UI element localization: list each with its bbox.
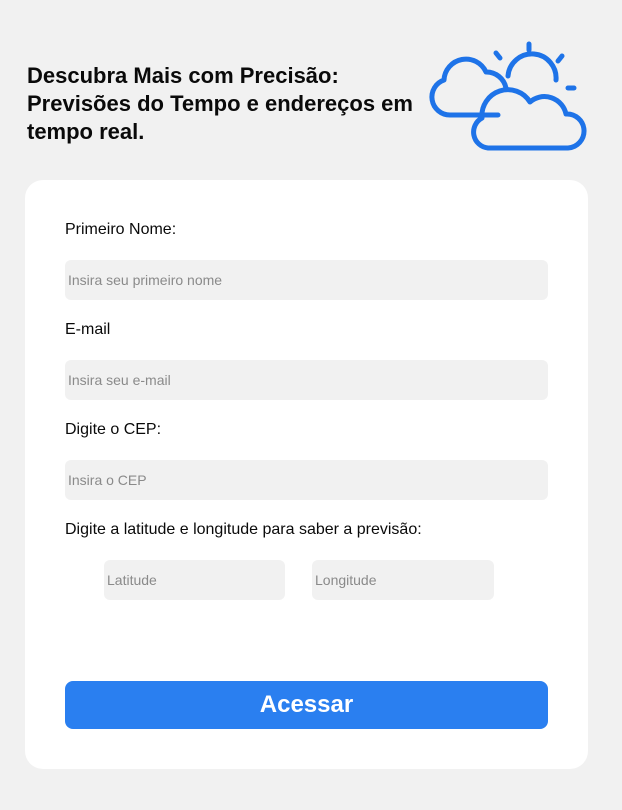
form-card: Primeiro Nome: E-mail Digite o CEP: Digi… (25, 180, 588, 769)
submit-button[interactable]: Acessar (65, 681, 548, 729)
email-input[interactable] (65, 360, 548, 400)
first-name-input[interactable] (65, 260, 548, 300)
cep-label: Digite o CEP: (65, 421, 162, 438)
page-title: Descubra Mais com Precisão: Previsões do… (27, 63, 413, 144)
cep-input[interactable] (65, 460, 548, 500)
coords-label: Digite a latitude e longitude para saber… (65, 521, 422, 538)
page-header: Descubra Mais com Precisão: Previsões do… (0, 0, 622, 180)
cloud-sun-icon (429, 41, 587, 151)
first-name-label: Primeiro Nome: (65, 221, 177, 238)
latitude-input[interactable] (104, 560, 285, 600)
email-label: E-mail (65, 321, 111, 338)
longitude-input[interactable] (312, 560, 494, 600)
